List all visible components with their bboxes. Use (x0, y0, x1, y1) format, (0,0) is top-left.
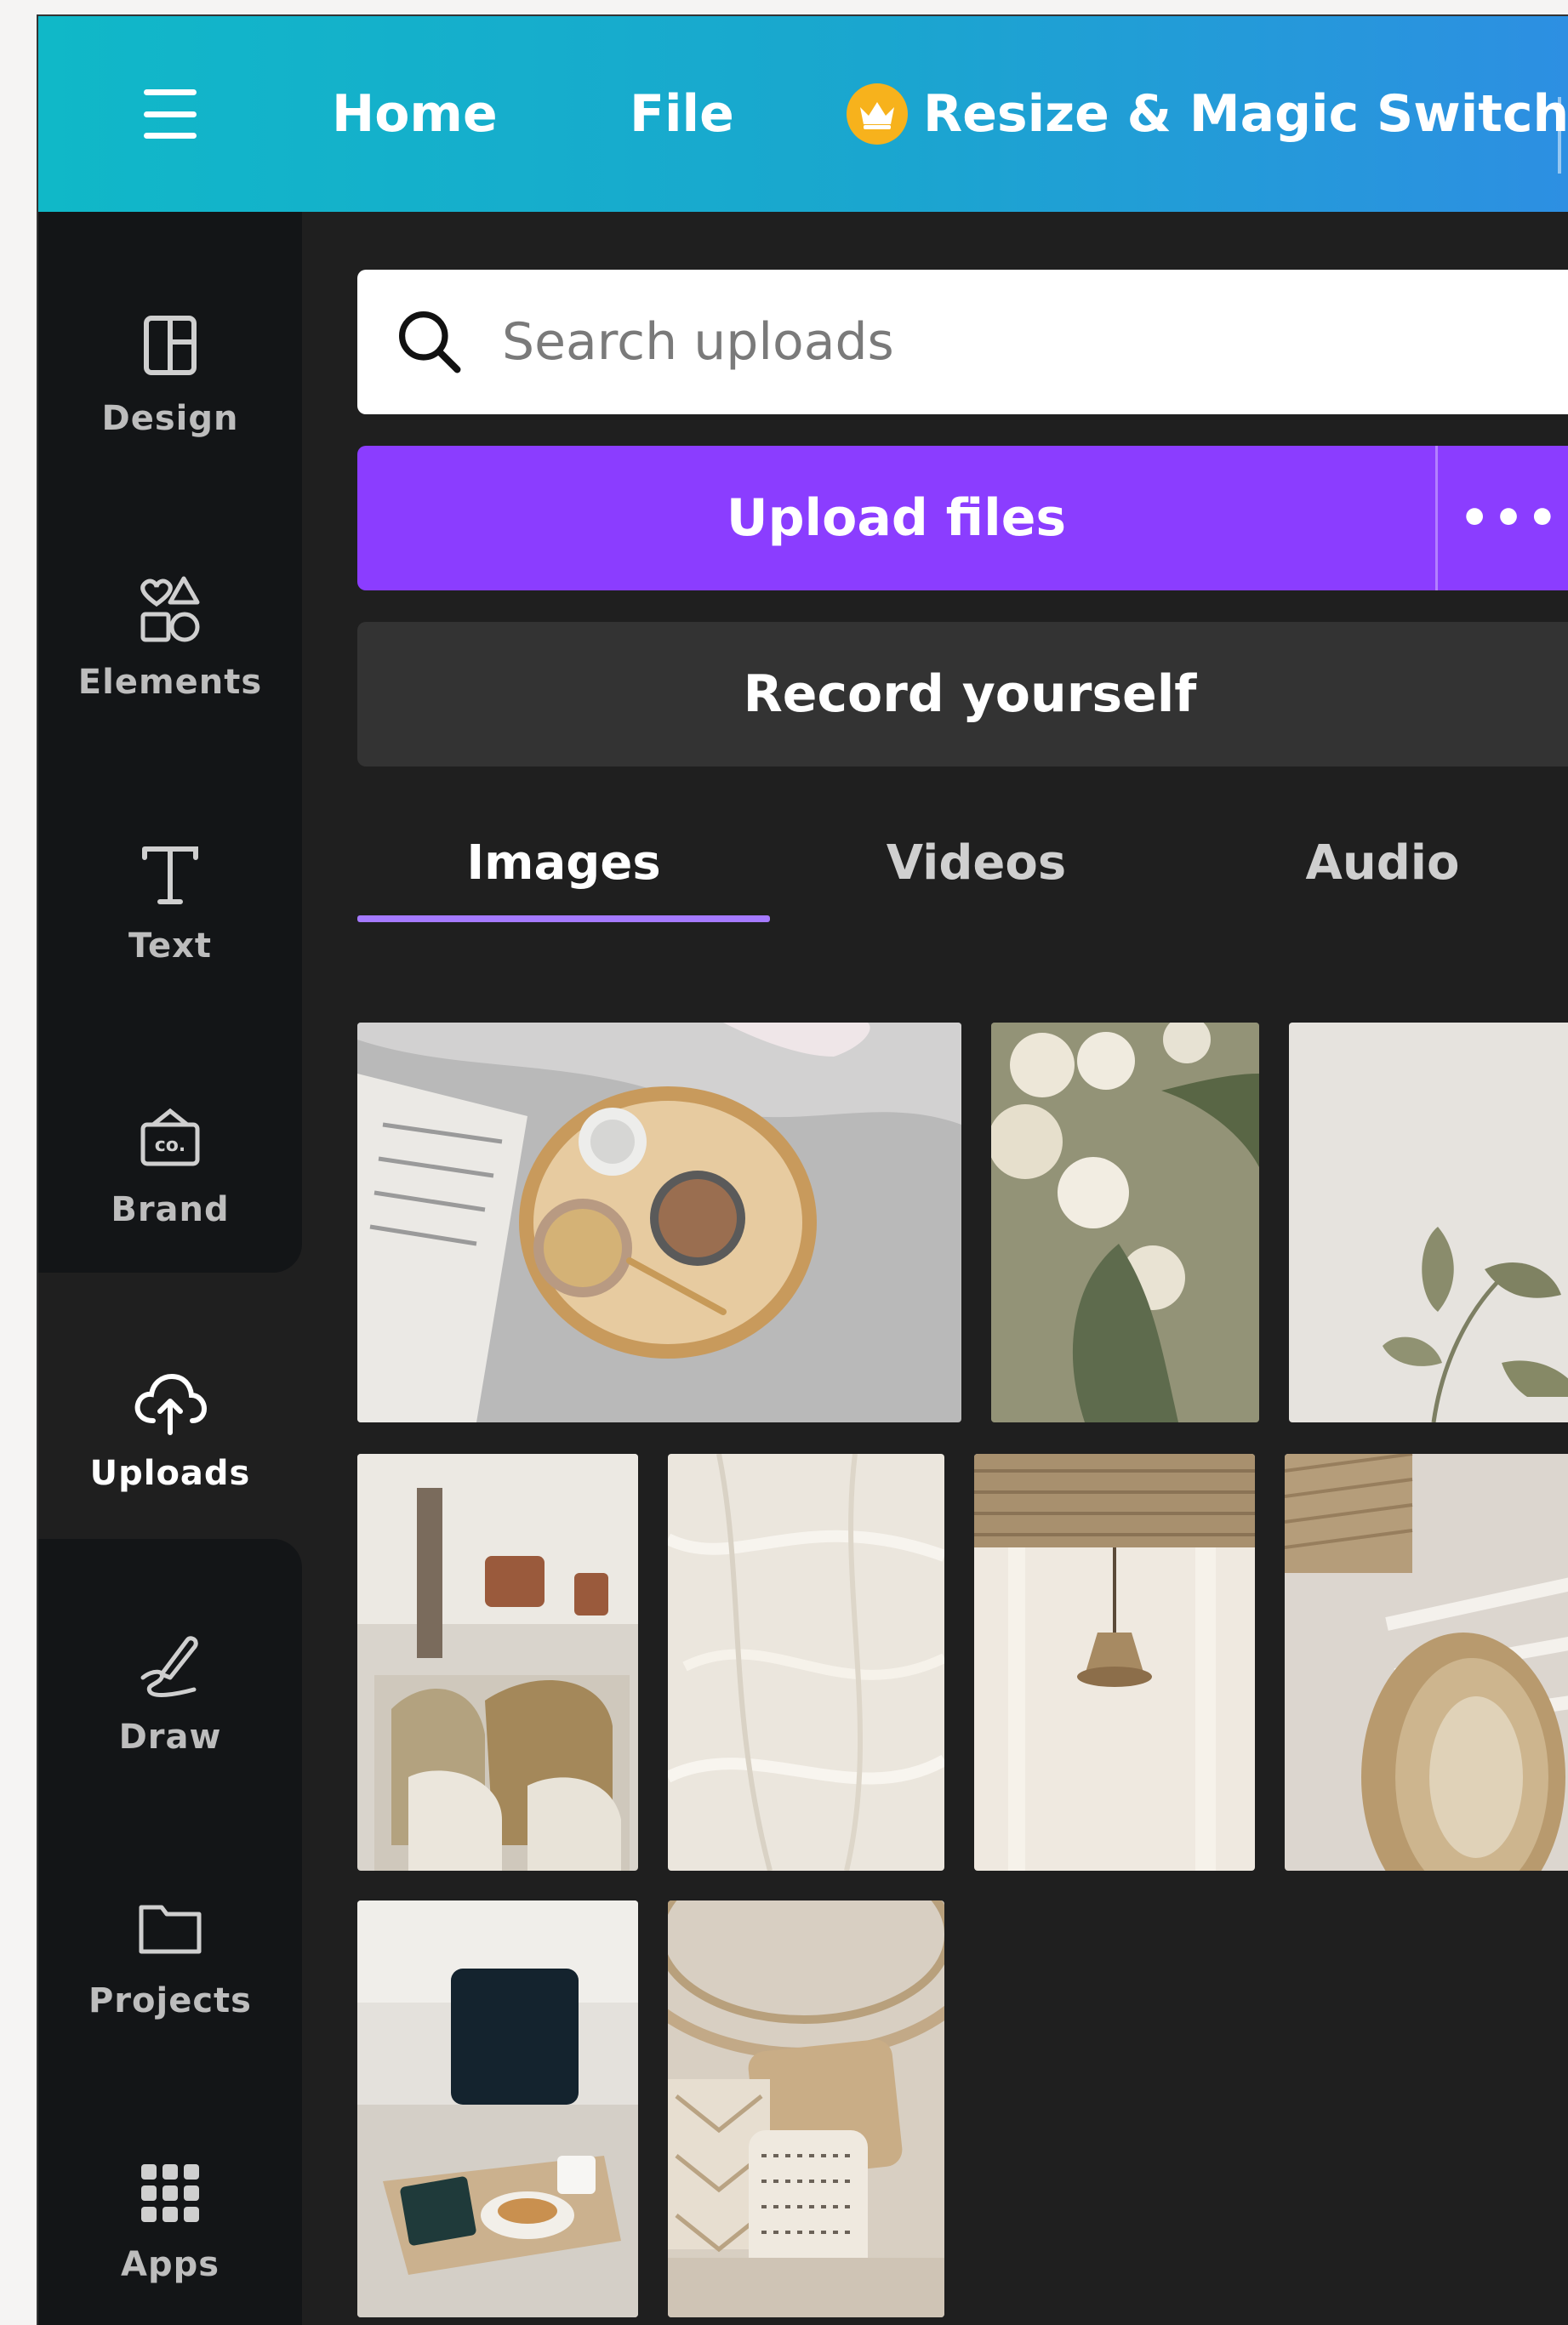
sidebar-item-label: Projects (88, 1981, 252, 2020)
search-bar[interactable] (357, 270, 1568, 414)
resize-magic-switch-button[interactable]: Resize & Magic Switch (847, 76, 1568, 152)
top-bar: Home File Resize & Magic Switch (38, 16, 1568, 212)
sidebar-item-label: Text (128, 926, 213, 966)
sidebar-item-label: Design (101, 399, 239, 438)
image-thumbnail[interactable] (974, 1454, 1255, 1871)
sidebar-item-label: Apps (120, 2245, 220, 2284)
uploads-panel: Upload files ••• Record yourself Images … (302, 212, 1568, 2325)
file-nav-link[interactable]: File (630, 76, 734, 152)
brand-icon: co. (140, 1108, 200, 1166)
record-yourself-button[interactable]: Record yourself (357, 622, 1568, 766)
crown-icon (847, 83, 908, 145)
image-thumbnail[interactable] (357, 1900, 638, 2317)
tab-videos[interactable]: Videos (770, 807, 1183, 918)
image-thumbnail[interactable] (668, 1900, 944, 2317)
sidebar-item-label: Uploads (89, 1454, 251, 1493)
folder-icon (139, 1905, 202, 1954)
hamburger-icon[interactable] (140, 84, 200, 144)
side-rail: Design Elements Text co. Brand Uploads D… (38, 212, 302, 2325)
search-input[interactable] (502, 312, 1523, 372)
sidebar-item-label: Draw (118, 1718, 222, 1757)
image-thumbnail[interactable] (357, 1454, 638, 1871)
sidebar-item-projects[interactable]: Projects (38, 1845, 302, 2058)
grid-icon (141, 2164, 199, 2222)
sidebar-item-draw[interactable]: Draw (38, 1581, 302, 1794)
home-nav-link[interactable]: Home (332, 76, 498, 152)
layout-icon (144, 316, 197, 375)
image-thumbnail[interactable] (991, 1023, 1259, 1422)
image-thumbnail[interactable] (1289, 1023, 1568, 1422)
image-thumbnail[interactable] (1285, 1454, 1568, 1871)
topbar-divider (1558, 97, 1561, 174)
sidebar-item-label: Brand (111, 1190, 230, 1229)
sidebar-item-text[interactable]: Text (38, 790, 302, 1003)
image-thumbnail[interactable] (357, 1023, 961, 1422)
app-window: Home File Resize & Magic Switch Design E… (37, 14, 1568, 2325)
sidebar-item-brand[interactable]: co. Brand (38, 1054, 302, 1267)
pen-icon (140, 1636, 198, 1697)
cloud-upload-icon (134, 1373, 208, 1435)
media-tabs: Images Videos Audio (357, 807, 1568, 922)
tab-audio[interactable]: Audio (1183, 807, 1568, 918)
resize-magic-switch-label: Resize & Magic Switch (923, 84, 1568, 144)
sidebar-item-elements[interactable]: Elements (38, 527, 302, 739)
sidebar-item-apps[interactable]: Apps (38, 2109, 302, 2322)
sidebar-item-label: Elements (77, 663, 263, 702)
search-icon (391, 304, 468, 380)
shapes-icon (140, 576, 200, 642)
image-thumbnail[interactable] (668, 1454, 944, 1871)
upload-button-group: Upload files ••• (357, 446, 1568, 590)
svg-text:co.: co. (155, 1135, 186, 1156)
text-icon (142, 846, 198, 904)
active-tab-indicator (357, 915, 770, 922)
upload-files-button[interactable]: Upload files (357, 446, 1435, 590)
sidebar-item-design[interactable]: Design (38, 263, 302, 476)
tab-images[interactable]: Images (357, 807, 770, 918)
sidebar-item-uploads[interactable]: Uploads (38, 1318, 302, 1530)
more-options-icon[interactable]: ••• (1438, 446, 1568, 590)
